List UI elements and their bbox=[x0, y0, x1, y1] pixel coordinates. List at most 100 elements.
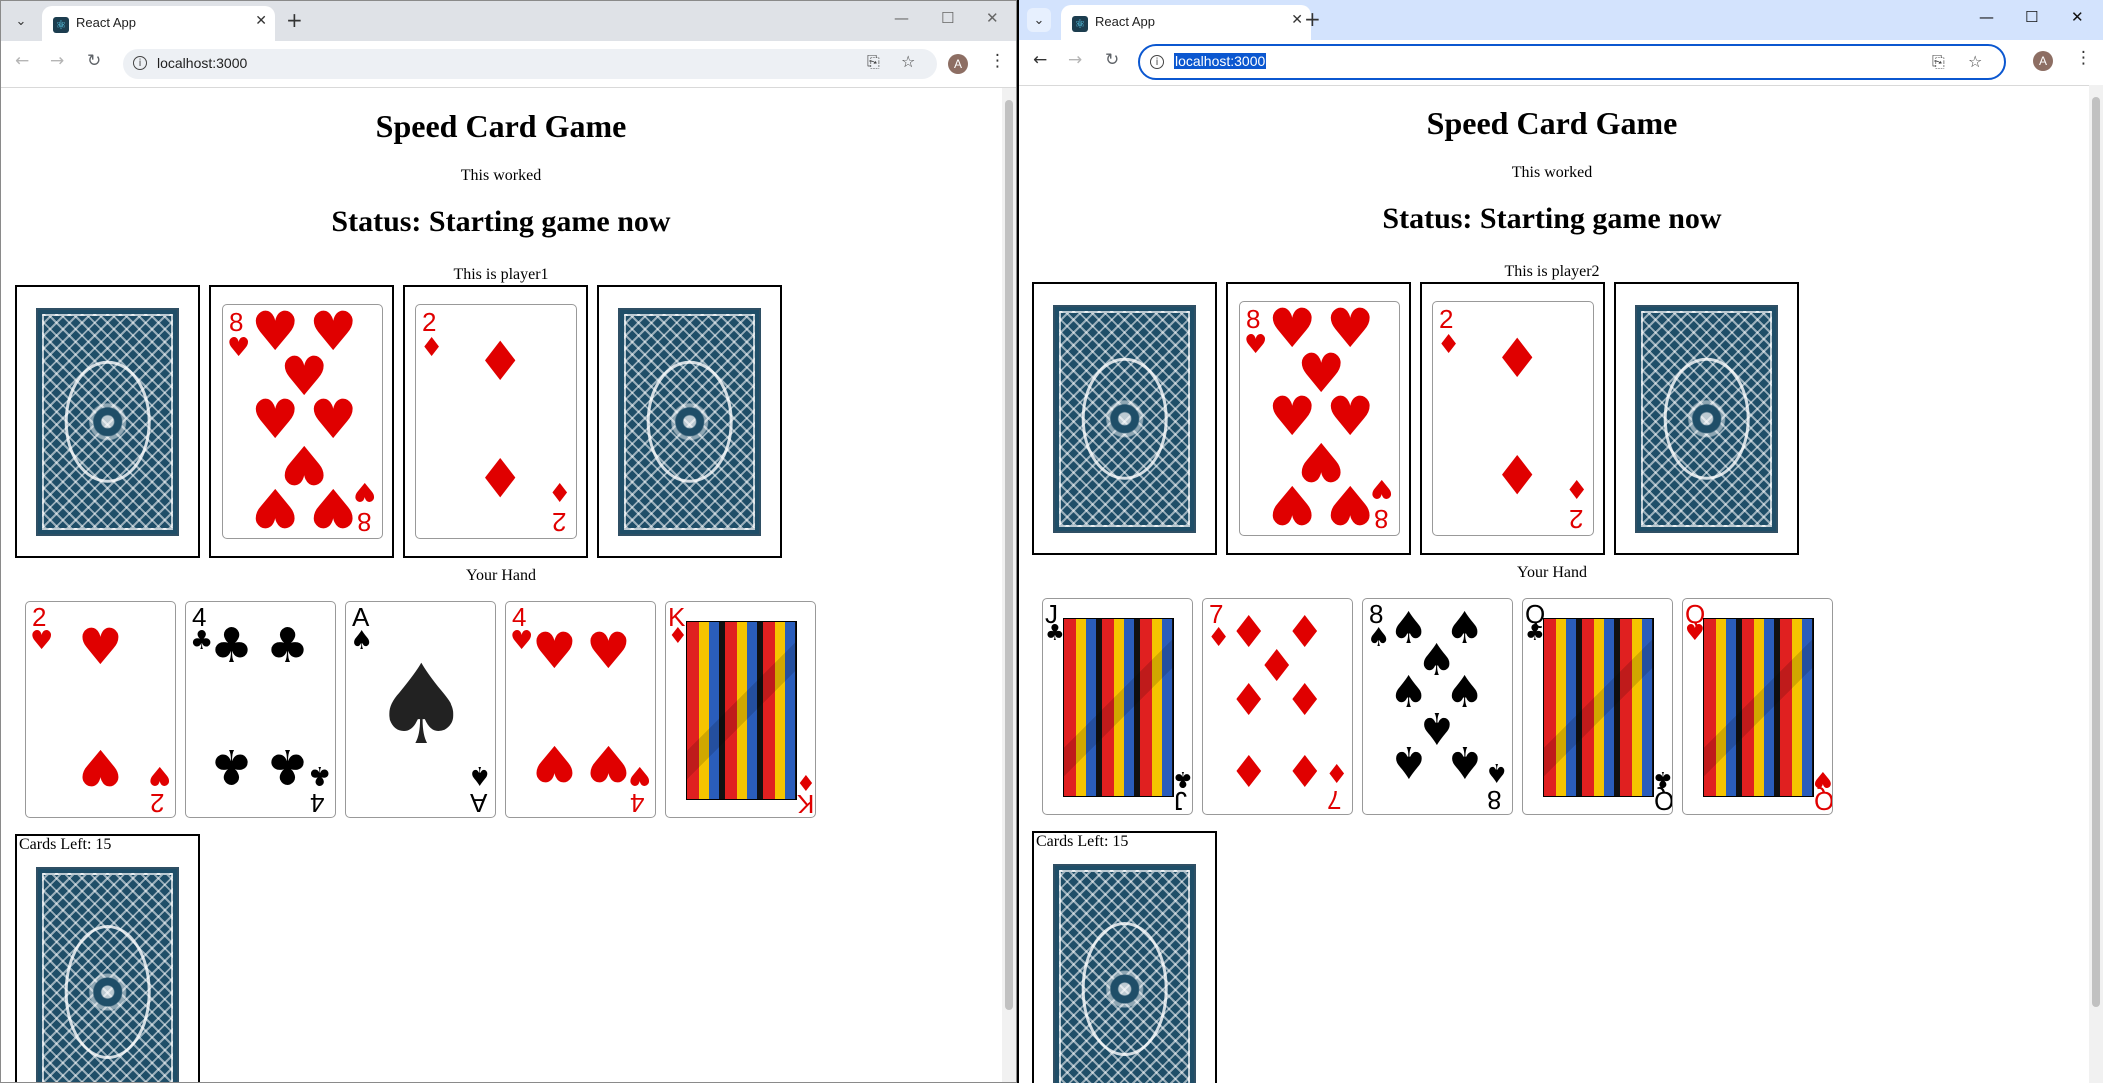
heart-icon: ♥ bbox=[586, 734, 631, 792]
spade-icon: ♠ bbox=[1445, 736, 1485, 787]
spade-icon: ♠ bbox=[350, 626, 374, 656]
scrollbar-thumb[interactable] bbox=[2092, 97, 2100, 1007]
diamond-icon: ♦ bbox=[1493, 327, 1542, 390]
react-icon: ⚛ bbox=[1072, 16, 1088, 32]
chevron-down-icon[interactable]: ⌄ bbox=[9, 9, 33, 33]
hand-card-7-diamonds[interactable]: 7 ♦ ♦ ♦ ♦ ♦ ♦ ♦ ♦ ♦ 7 bbox=[1202, 598, 1353, 815]
star-icon[interactable]: ☆ bbox=[901, 52, 915, 71]
info-icon[interactable]: i bbox=[133, 56, 147, 70]
heart-icon: ♥ bbox=[78, 618, 123, 676]
hand-card-king-diamonds[interactable]: K ♦ ♦ K bbox=[665, 601, 816, 818]
tab-title: React App bbox=[76, 15, 136, 30]
hand-card-queen-hearts[interactable]: Q ♥ ♥ Q bbox=[1682, 598, 1833, 815]
card-2-diamonds: 2 ♦ ♦ ♦ ♦ 2 bbox=[1432, 301, 1594, 536]
tab-react-app[interactable]: ⚛ React App ✕ bbox=[42, 6, 275, 41]
card-rank: 8 bbox=[1246, 304, 1261, 334]
reload-icon[interactable]: ↻ bbox=[1105, 50, 1119, 70]
diamond-icon: ♦ bbox=[1285, 675, 1325, 726]
hand-card-4-hearts[interactable]: 4 ♥ ♥ ♥ ♥ ♥ ♥ 4 bbox=[505, 601, 656, 818]
diamond-icon: ♦ bbox=[1565, 473, 1589, 503]
card-rank: 2 bbox=[552, 507, 567, 537]
address-bar[interactable]: i localhost:3000 ⎘ ☆ bbox=[123, 49, 937, 79]
center-pile-2[interactable]: 2 ♦ ♦ ♦ ♦ 2 bbox=[403, 285, 588, 558]
card-rank: Q bbox=[1814, 786, 1833, 815]
draw-pile-left[interactable] bbox=[1032, 282, 1217, 555]
kebab-menu-icon[interactable]: ⋮ bbox=[2075, 48, 2092, 68]
queen-face-art bbox=[1543, 618, 1654, 797]
install-app-icon[interactable]: ⎘ bbox=[867, 52, 880, 72]
page-title: Speed Card Game bbox=[1426, 105, 1678, 141]
card-rank: 8 bbox=[229, 307, 244, 337]
spade-icon: ♠ bbox=[1485, 757, 1509, 787]
heart-icon: ♥ bbox=[309, 476, 358, 539]
tab-title: React App bbox=[1095, 14, 1155, 29]
info-icon[interactable]: i bbox=[1150, 55, 1164, 69]
arrow-left-icon[interactable]: ← bbox=[15, 51, 29, 71]
maximize-icon[interactable]: ☐ bbox=[2025, 8, 2038, 26]
avatar[interactable]: A bbox=[948, 54, 968, 74]
center-pile-1[interactable]: 8 ♥ ♥ ♥ ♥ ♥ ♥ ♥ ♥ ♥ ♥ 8 bbox=[1226, 282, 1411, 555]
scrollbar[interactable] bbox=[1002, 88, 1016, 1082]
player-deck[interactable]: Cards Left: 15 bbox=[1032, 831, 1217, 1083]
spade-icon: ♠ bbox=[1367, 623, 1391, 653]
draw-pile-left[interactable] bbox=[15, 285, 200, 558]
star-icon[interactable]: ☆ bbox=[1968, 52, 1982, 71]
tab-strip: ⌄ ⚛ React App ✕ + — ☐ ✕ bbox=[1019, 0, 2103, 40]
minimize-icon[interactable]: — bbox=[1979, 8, 1994, 26]
heart-icon: ♥ bbox=[586, 622, 631, 680]
hand-card-8-spades[interactable]: 8 ♠ ♠ ♠ ♠ ♠ ♠ ♠ ♠ ♠ ♠ 8 bbox=[1362, 598, 1513, 815]
close-icon[interactable]: ✕ bbox=[986, 9, 999, 27]
heart-icon: ♥ bbox=[628, 760, 652, 790]
card-rank: 2 bbox=[422, 307, 437, 337]
close-icon[interactable]: ✕ bbox=[1291, 12, 1303, 28]
maximize-icon[interactable]: ☐ bbox=[941, 9, 954, 27]
kebab-menu-icon[interactable]: ⋮ bbox=[989, 51, 1006, 71]
hand-card-4-clubs[interactable]: 4 ♣ ♣ ♣ ♣ ♣ ♣ 4 bbox=[185, 601, 336, 818]
center-pile-1[interactable]: 8 ♥ ♥ ♥ ♥ ♥ ♥ ♥ ♥ ♥ ♥ 8 bbox=[209, 285, 394, 558]
hand-card-queen-clubs[interactable]: Q ♣ ♣ Q bbox=[1522, 598, 1673, 815]
club-icon: ♣ bbox=[308, 760, 332, 790]
club-icon: ♣ bbox=[266, 738, 310, 794]
install-app-icon[interactable]: ⎘ bbox=[1932, 52, 1945, 72]
hand-card-ace-spades[interactable]: A ♠ ♠ ♠ A bbox=[345, 601, 496, 818]
react-icon: ⚛ bbox=[53, 17, 69, 33]
close-icon[interactable]: ✕ bbox=[255, 13, 267, 29]
card-back bbox=[618, 308, 761, 536]
url-text[interactable]: localhost:3000 bbox=[157, 55, 247, 71]
diamond-icon: ♦ bbox=[1437, 330, 1461, 360]
heart-icon: ♥ bbox=[1370, 473, 1394, 503]
player-deck[interactable]: Cards Left: 15 bbox=[15, 834, 200, 1082]
close-icon[interactable]: ✕ bbox=[2071, 8, 2084, 26]
plus-icon[interactable]: + bbox=[286, 8, 303, 32]
card-rank: 2 bbox=[1569, 504, 1584, 534]
draw-pile-right[interactable] bbox=[597, 285, 782, 558]
reload-icon[interactable]: ↻ bbox=[87, 51, 101, 71]
heart-icon: ♥ bbox=[78, 738, 123, 796]
arrow-left-icon[interactable]: ← bbox=[1033, 50, 1047, 70]
scrollbar-thumb[interactable] bbox=[1005, 100, 1013, 1010]
diamond-icon: ♦ bbox=[1325, 757, 1349, 787]
tab-react-app[interactable]: ⚛ React App ✕ bbox=[1061, 5, 1311, 40]
heart-icon: ♥ bbox=[353, 476, 377, 506]
arrow-right-icon[interactable]: → bbox=[50, 51, 64, 71]
status-heading: Status: Starting game now bbox=[331, 205, 671, 238]
card-rank: 4 bbox=[630, 788, 645, 818]
hand-card-2-hearts[interactable]: 2 ♥ ♥ ♥ ♥ 2 bbox=[25, 601, 176, 818]
hand-card-jack-clubs[interactable]: J ♣ ♣ J bbox=[1042, 598, 1193, 815]
address-bar[interactable]: i localhost:3000 ⎘ ☆ bbox=[1138, 44, 2006, 80]
plus-icon[interactable]: + bbox=[1304, 7, 1321, 31]
avatar[interactable]: A bbox=[2033, 51, 2053, 71]
draw-pile-right[interactable] bbox=[1614, 282, 1799, 555]
heart-icon: ♥ bbox=[532, 734, 577, 792]
card-back bbox=[1053, 864, 1196, 1083]
center-pile-2[interactable]: 2 ♦ ♦ ♦ ♦ 2 bbox=[1420, 282, 1605, 555]
url-text[interactable]: localhost:3000 bbox=[1174, 53, 1267, 69]
scrollbar[interactable] bbox=[2089, 85, 2103, 1083]
diamond-icon: ♦ bbox=[548, 476, 572, 506]
card-rank: 4 bbox=[310, 788, 325, 818]
card-back bbox=[36, 867, 179, 1082]
browser-window-player1: ⌄ ⚛ React App ✕ + — ☐ ✕ ← → ↻ i localhos… bbox=[0, 0, 1017, 1083]
chevron-down-icon[interactable]: ⌄ bbox=[1027, 8, 1051, 32]
minimize-icon[interactable]: — bbox=[894, 9, 909, 27]
arrow-right-icon[interactable]: → bbox=[1068, 50, 1082, 70]
